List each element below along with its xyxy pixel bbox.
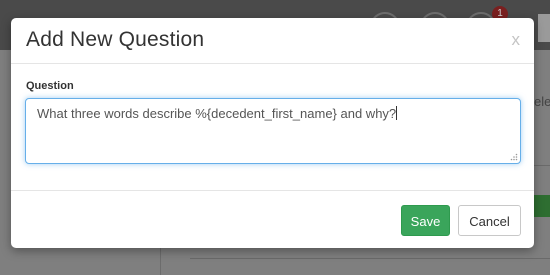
text-caret (396, 106, 398, 120)
question-label: Question (26, 80, 74, 92)
question-text: What three words describe %{decedent_fir… (37, 106, 397, 121)
question-value: What three words describe %{decedent_fir… (37, 106, 398, 121)
modal-title: Add New Question (26, 28, 205, 51)
background-divider (534, 165, 550, 166)
modal-footer: Save Cancel (11, 190, 534, 248)
add-question-modal: Add New Question x Question What three w… (11, 18, 534, 248)
modal-header: Add New Question x (11, 18, 534, 64)
cancel-button[interactable]: Cancel (458, 205, 521, 236)
modal-body: Question What three words describe %{dec… (11, 64, 534, 189)
question-textarea[interactable]: What three words describe %{decedent_fir… (25, 98, 521, 164)
background-button (538, 14, 550, 42)
background-text: ele (534, 94, 550, 109)
close-icon[interactable]: x (512, 30, 521, 50)
background-divider (190, 258, 550, 259)
save-button[interactable]: Save (401, 205, 450, 236)
resize-handle-icon[interactable] (510, 153, 518, 161)
